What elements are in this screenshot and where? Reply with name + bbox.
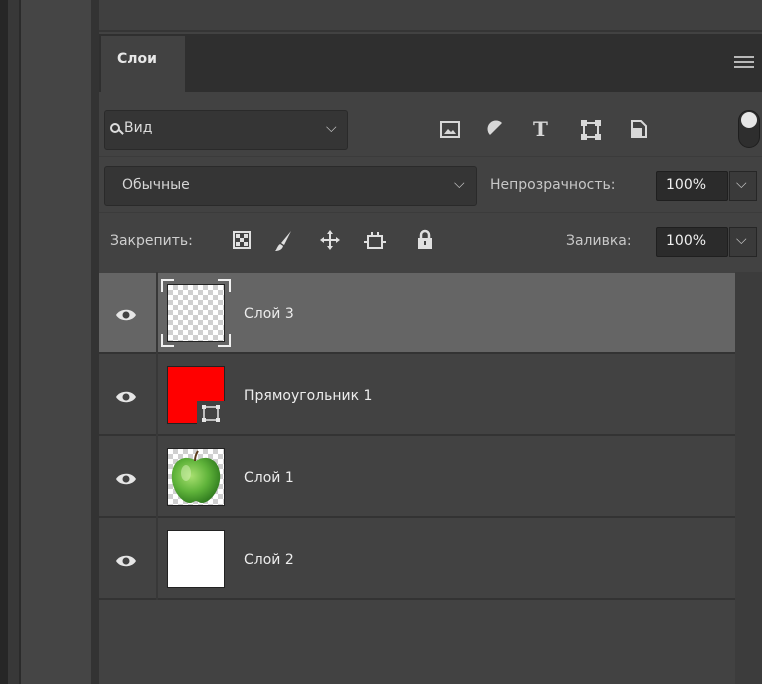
workspace-gutter	[8, 0, 19, 684]
fill-label: Заливка:	[566, 233, 632, 249]
eye-icon[interactable]	[115, 472, 137, 486]
tab-layers-label: Слои	[117, 51, 157, 67]
smart-object-filter-icon[interactable]	[630, 119, 648, 139]
lock-artboard-icon[interactable]	[364, 230, 388, 252]
lock-image-pixels-icon[interactable]	[273, 230, 293, 252]
opacity-label: Непрозрачность:	[490, 177, 616, 193]
layer-filter-label: Вид	[124, 120, 153, 136]
chevron-down-icon: ⌵	[736, 232, 747, 248]
filter-toggle-knob	[741, 112, 757, 128]
opacity-value: 100%	[666, 177, 707, 193]
image-filter-icon[interactable]	[440, 121, 460, 138]
lock-all-icon[interactable]	[417, 229, 433, 251]
panel-menu-icon[interactable]	[734, 56, 754, 71]
eye-column-divider	[156, 272, 158, 600]
eye-icon[interactable]	[115, 390, 137, 404]
selection-corners-icon	[161, 279, 231, 347]
layers-scrollbar[interactable]	[735, 272, 762, 684]
lock-position-icon[interactable]	[320, 230, 340, 250]
layer-name: Прямоугольник 1	[244, 388, 373, 404]
layers-empty-area	[99, 600, 735, 684]
side-toolbar-area	[21, 0, 91, 684]
chevron-down-icon: ⌵	[736, 176, 747, 192]
type-filter-icon[interactable]: T	[533, 117, 548, 141]
panel-top-bar	[99, 0, 762, 32]
eye-icon[interactable]	[115, 308, 137, 322]
divider	[99, 212, 762, 213]
eye-icon[interactable]	[115, 554, 137, 568]
lock-transparent-pixels-icon[interactable]	[233, 231, 251, 249]
chevron-down-icon: ⌵	[326, 120, 337, 136]
chevron-down-icon: ⌵	[454, 176, 465, 192]
panel-tab-bar	[99, 34, 762, 92]
panel-left-border	[91, 0, 99, 684]
layer-thumbnail-white[interactable]	[167, 530, 225, 588]
lock-label: Закрепить:	[110, 233, 193, 249]
blend-mode-value: Обычные	[122, 177, 190, 193]
divider	[99, 156, 762, 157]
layer-name: Слой 2	[244, 552, 294, 568]
layer-name: Слой 3	[244, 306, 294, 322]
fill-value: 100%	[666, 233, 707, 249]
green-apple-image	[171, 450, 221, 503]
layer-name: Слой 1	[244, 470, 294, 486]
shape-filter-icon[interactable]	[581, 120, 601, 140]
workspace-edge	[0, 0, 8, 684]
shape-layer-icon	[197, 401, 225, 425]
adjustment-filter-icon[interactable]	[487, 120, 505, 138]
